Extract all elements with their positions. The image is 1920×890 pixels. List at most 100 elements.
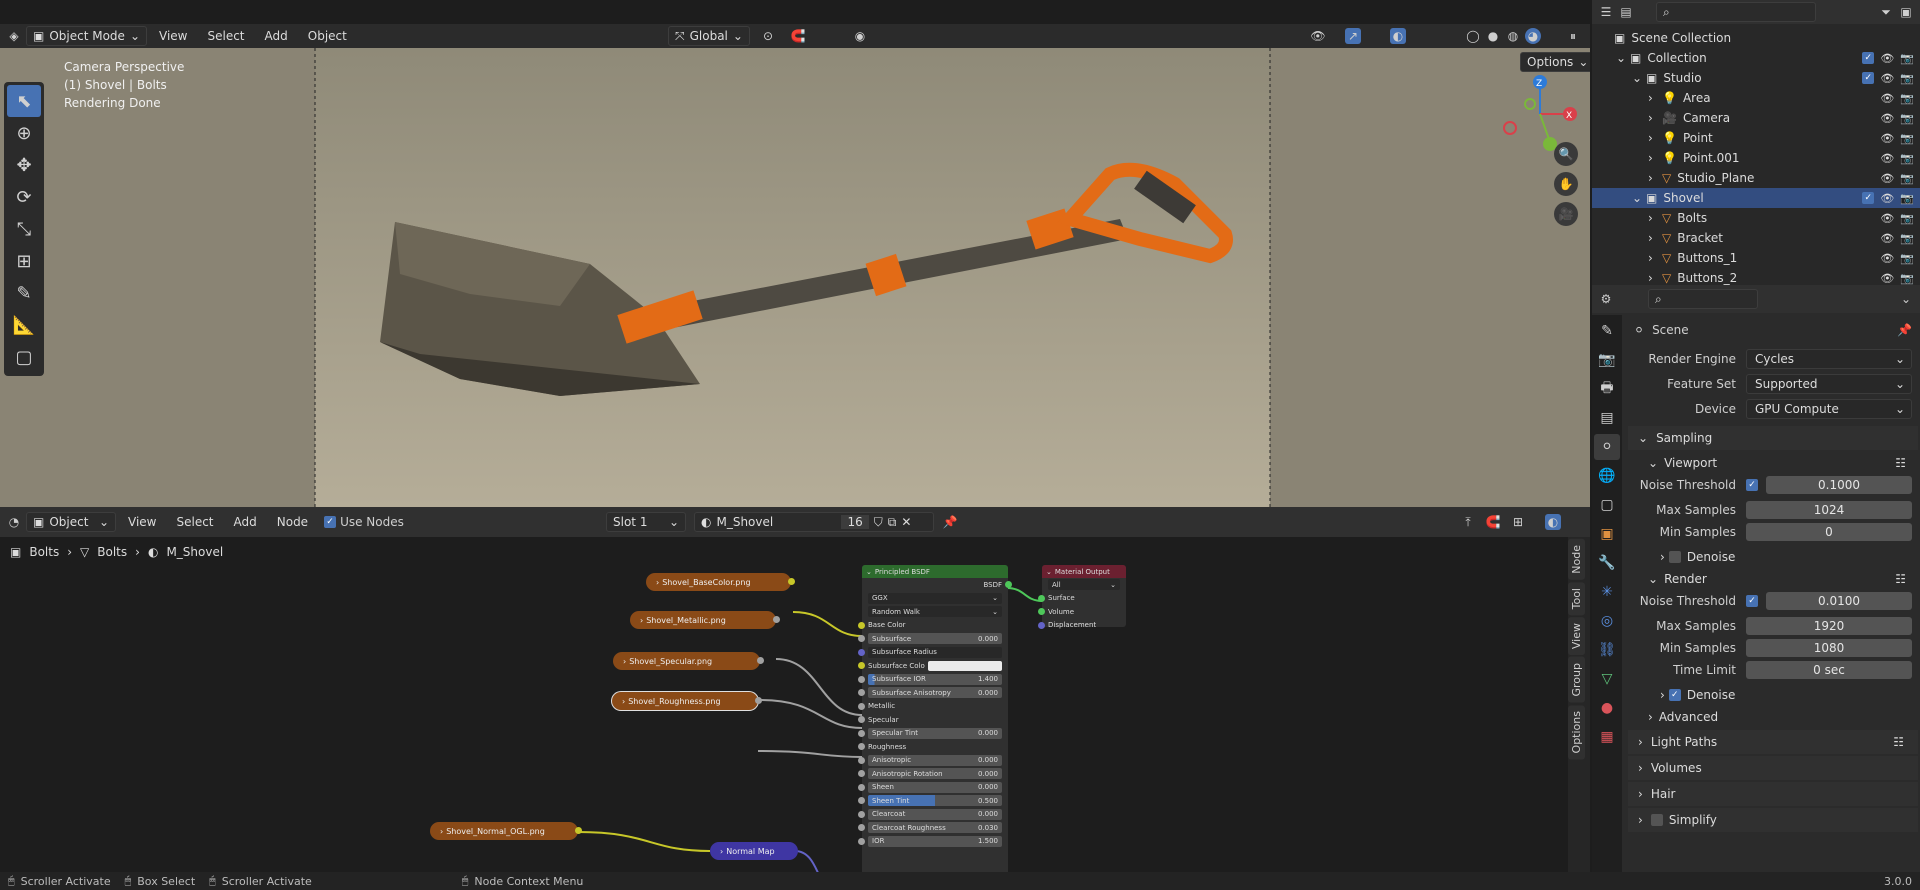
vp-max-field[interactable]: 1024	[1746, 501, 1912, 519]
bsdf-input-socket[interactable]	[858, 702, 865, 710]
viewport-3d[interactable]: ◈ ▣ Object Mode ⌄ View Select Add Object ⤧…	[0, 24, 1590, 507]
chevron-down-icon[interactable]: ⌄	[1898, 291, 1914, 307]
color-output-socket[interactable]	[773, 616, 780, 623]
render-camera-icon[interactable]: 📷	[1900, 272, 1914, 285]
bsdf-input-socket[interactable]	[858, 648, 865, 656]
render-tab[interactable]: 📷	[1594, 347, 1620, 373]
vp-noise-field[interactable]: 0.1000	[1766, 476, 1912, 494]
particles-tab[interactable]: ✳	[1594, 579, 1620, 605]
transform-tool[interactable]: ⊞	[7, 245, 41, 277]
bsdf-value-field[interactable]: Clearcoat Roughness 0.030	[868, 822, 1002, 834]
device-dropdown[interactable]: GPU Compute ⌄	[1746, 399, 1912, 419]
node-editor-type-icon[interactable]: ◔	[6, 514, 22, 530]
outliner-row[interactable]: › 💡 Point.001 👁 📷	[1592, 148, 1920, 168]
visibility-eye-icon[interactable]: 👁	[1880, 272, 1894, 285]
color-output-socket[interactable]	[755, 697, 762, 704]
bsdf-input-row[interactable]: Clearcoat Roughness 0.030	[858, 821, 1008, 835]
render-camera-icon[interactable]: 📷	[1900, 72, 1914, 85]
move-tool[interactable]: ✥	[7, 149, 41, 181]
texture-tab[interactable]: ▦	[1594, 724, 1620, 750]
bsdf-input-socket[interactable]	[858, 756, 865, 764]
parent-node-icon[interactable]: ⤒	[1460, 514, 1476, 530]
view-layer-tab[interactable]: ▤	[1594, 405, 1620, 431]
visibility-eye-icon[interactable]: 👁	[1880, 152, 1894, 165]
visibility-eye-icon[interactable]: 👁	[1880, 52, 1894, 65]
close-icon[interactable]: ✕	[901, 515, 911, 529]
bsdf-input-row[interactable]: Base Color	[858, 619, 1008, 633]
principled-bsdf-node[interactable]: ⌄ Principled BSDF BSDF GGX ⌄ Random Walk ⌄ …	[858, 565, 1012, 872]
tool-tab[interactable]: ✎	[1594, 318, 1620, 344]
menu-select[interactable]: Select	[199, 29, 252, 43]
bsdf-input-row[interactable]: Subsurface Anisotropy 0.000	[858, 686, 1008, 700]
volume-socket[interactable]	[1038, 608, 1045, 615]
zoom-icon[interactable]: 🔍	[1554, 142, 1578, 166]
visibility-eye-icon[interactable]: 👁	[1880, 132, 1894, 145]
render-subpanel-header[interactable]: ⌄ Render ☷	[1626, 568, 1920, 590]
pin-icon[interactable]: 📌	[1897, 323, 1920, 337]
bsdf-input-socket[interactable]	[858, 743, 865, 750]
solid-shading-icon[interactable]: ●	[1485, 28, 1501, 44]
vp-denoise-checkbox[interactable]	[1668, 551, 1681, 563]
bsdf-value-field[interactable]: Anisotropic 0.000	[868, 754, 1002, 766]
bsdf-input-row[interactable]: Sheen 0.000	[858, 781, 1008, 795]
select-box-tool[interactable]: ⬉	[7, 85, 41, 117]
snap-icon[interactable]: 🧲	[1485, 514, 1501, 530]
tab-node[interactable]: Node	[1568, 539, 1585, 580]
visibility-eye-icon[interactable]: 👁	[1880, 232, 1894, 245]
image-texture-node[interactable]: › Shovel_BaseColor.png	[646, 573, 795, 591]
menu-add[interactable]: Add	[257, 29, 296, 43]
image-texture-node[interactable]: › Shovel_Specular.png	[613, 652, 764, 670]
properties-search[interactable]: ⌕	[1648, 289, 1758, 309]
cursor-tool[interactable]: ⊕	[7, 117, 41, 149]
volumes-panel-header[interactable]: › Volumes	[1628, 756, 1918, 780]
list-preset-icon[interactable]: ☷	[1895, 456, 1920, 470]
add-cube-tool[interactable]: ▢	[7, 341, 41, 373]
bsdf-value-field[interactable]: Subsurface 0.000	[868, 633, 1002, 645]
chevron-right-icon[interactable]: ›	[1648, 171, 1662, 185]
render-camera-icon[interactable]: 📷	[1900, 192, 1914, 205]
visibility-eye-icon[interactable]: 👁	[1880, 92, 1894, 105]
display-mode-icon[interactable]: ▤	[1618, 4, 1634, 20]
bsdf-value-field[interactable]: Anisotropic Rotation 0.000	[868, 768, 1002, 780]
chevron-right-icon[interactable]: ›	[1648, 111, 1662, 125]
color-swatch[interactable]	[928, 660, 1002, 671]
material-output-node[interactable]: ⌄ Material Output All ⌄ Surface Volume Dis…	[1038, 565, 1126, 629]
outliner-row[interactable]: › ▽ Studio_Plane 👁 📷	[1592, 168, 1920, 188]
material-users-count[interactable]: 16	[841, 515, 869, 529]
tab-options[interactable]: Options	[1568, 704, 1585, 760]
use-nodes-checkbox[interactable]: ✓	[324, 516, 337, 528]
visibility-eye-icon[interactable]: 👁	[1880, 252, 1894, 265]
vp-noise-checkbox[interactable]: ✓	[1746, 479, 1758, 491]
rendered-shading-icon[interactable]: ◕	[1525, 28, 1541, 44]
pin-icon[interactable]: 📌	[942, 514, 958, 530]
exclude-checkbox[interactable]: ✓	[1862, 192, 1875, 204]
world-tab[interactable]: 🌐	[1594, 463, 1620, 489]
vp-min-field[interactable]: 0	[1746, 523, 1912, 541]
advanced-subpanel-header[interactable]: › Advanced	[1626, 706, 1920, 728]
bsdf-input-row[interactable]: Sheen Tint 0.500	[858, 794, 1008, 808]
pan-hand-icon[interactable]: ✋	[1554, 172, 1578, 196]
outliner-row[interactable]: › 🎥 Camera 👁 📷	[1592, 108, 1920, 128]
proportional-edit-icon[interactable]: ◉	[852, 28, 868, 44]
visibility-eye-icon[interactable]: 👁	[1880, 112, 1894, 125]
exclude-checkbox[interactable]: ✓	[1862, 52, 1875, 64]
render-camera-icon[interactable]: 📷	[1900, 52, 1914, 65]
snap-icon[interactable]: 🧲	[790, 28, 806, 44]
chevron-right-icon[interactable]: ›	[1648, 271, 1662, 285]
chevron-right-icon[interactable]: ›	[1648, 211, 1662, 225]
bsdf-value-field[interactable]: Sheen Tint 0.500	[868, 795, 1002, 807]
r-noise-checkbox[interactable]: ✓	[1746, 595, 1758, 607]
bsdf-input-socket[interactable]	[858, 837, 865, 845]
render-camera-icon[interactable]: 📷	[1900, 92, 1914, 105]
outliner-row[interactable]: › 💡 Area 👁 📷	[1592, 88, 1920, 108]
snap-element-icon[interactable]: ⊞	[1510, 514, 1526, 530]
render-engine-dropdown[interactable]: Cycles ⌄	[1746, 349, 1912, 369]
bsdf-value-field[interactable]: Specular Tint 0.000	[868, 727, 1002, 739]
menu-object[interactable]: Object	[300, 29, 355, 43]
wireframe-shading-icon[interactable]: ◯	[1465, 28, 1481, 44]
bsdf-input-socket[interactable]	[858, 824, 865, 831]
bsdf-input-row[interactable]: Anisotropic 0.000	[858, 754, 1008, 768]
node-menu-node[interactable]: Node	[269, 515, 316, 529]
bsdf-input-row[interactable]: Specular	[858, 713, 1008, 727]
bsdf-input-socket[interactable]	[858, 621, 865, 629]
